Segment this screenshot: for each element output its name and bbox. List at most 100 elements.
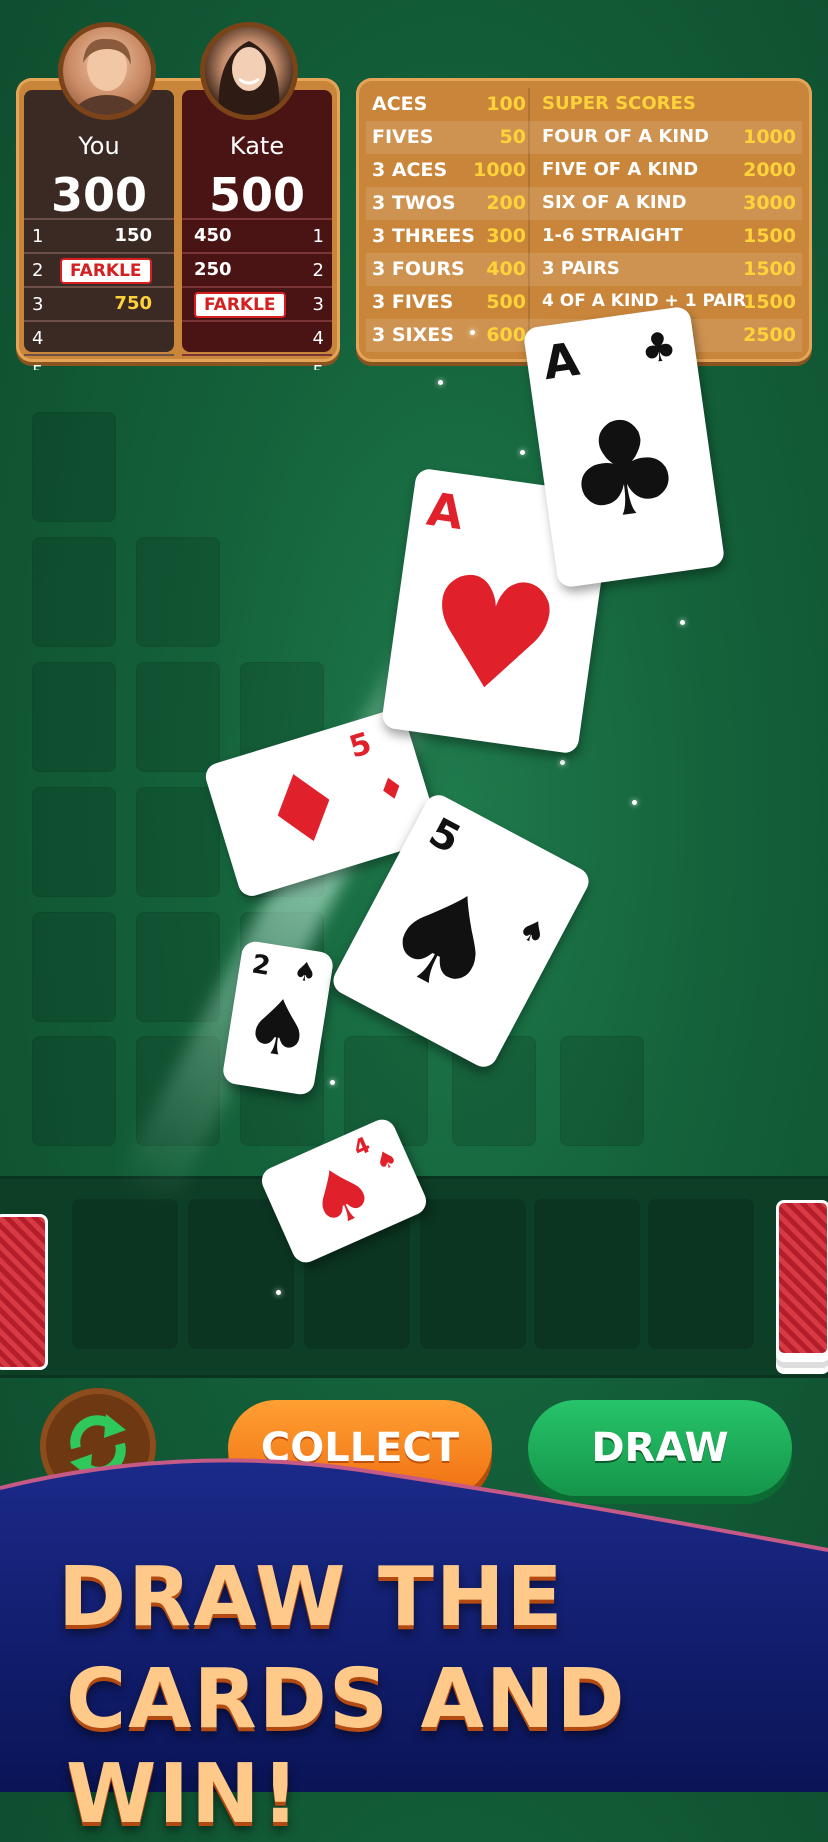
player-name: You xyxy=(78,132,120,160)
round-number: 5 xyxy=(313,362,324,370)
combo-points: 500 xyxy=(486,291,526,313)
round-score: 250 xyxy=(194,259,232,280)
board-slot[interactable] xyxy=(32,1036,116,1146)
round-row: 1 150 xyxy=(24,218,174,252)
round-list: 450 1 250 2 FARKLE 3 4 5 xyxy=(182,218,332,370)
scoring-row: 3 FIVES 500 4 OF A KIND + 1 PAIR 1500 xyxy=(366,286,802,319)
super-combo-points: 1500 xyxy=(743,225,796,247)
sparkle xyxy=(680,620,685,625)
draw-button[interactable]: DRAW xyxy=(528,1400,792,1496)
hand-slot[interactable] xyxy=(420,1199,526,1349)
board-slot[interactable] xyxy=(136,662,220,772)
scoring-row: ACES 100 SUPER SCORES xyxy=(366,88,802,121)
combo-name: 3 ACES xyxy=(372,159,448,181)
sparkle xyxy=(520,450,525,455)
sparkle xyxy=(438,380,443,385)
round-number: 3 xyxy=(32,294,44,315)
draw-deck[interactable] xyxy=(776,1200,828,1356)
round-row: 5 xyxy=(24,354,174,370)
round-row: FARKLE 3 xyxy=(182,286,332,320)
board-slot[interactable] xyxy=(32,412,116,522)
player-column-kate: Kate 500 450 1 250 2 FARKLE 3 4 5 xyxy=(182,90,332,370)
sparkle xyxy=(330,1080,335,1085)
combo-points: 100 xyxy=(486,93,526,115)
board-slot[interactable] xyxy=(560,1036,644,1146)
super-combo-name: SIX OF A KIND xyxy=(542,192,687,213)
board-slot[interactable] xyxy=(32,912,116,1022)
club-icon: ♣ xyxy=(555,385,692,553)
card-rank: A xyxy=(423,481,467,541)
super-combo-name: FOUR OF A KIND xyxy=(542,126,710,147)
card-rank: 2 xyxy=(249,949,273,982)
discard-pile[interactable] xyxy=(0,1214,48,1370)
round-score: 450 xyxy=(194,225,232,246)
player-score-panel: You 300 1 150 2 FARKLE 3 750 4 5 Kate xyxy=(16,78,340,370)
combo-name: 3 THREES xyxy=(372,225,475,247)
board-slot[interactable] xyxy=(32,662,116,772)
card-ace-clubs[interactable]: A ♣ ♣ xyxy=(522,305,726,589)
player-score: 500 xyxy=(208,168,306,222)
round-list: 1 150 2 FARKLE 3 750 4 5 xyxy=(24,218,174,370)
super-combo-points: 3000 xyxy=(743,192,796,214)
board-slot[interactable] xyxy=(32,537,116,647)
farkle-badge: FARKLE xyxy=(194,292,286,318)
board-slot[interactable] xyxy=(136,537,220,647)
combo-name: ACES xyxy=(372,93,428,115)
round-number: 5 xyxy=(32,362,43,370)
club-icon: ♣ xyxy=(637,322,680,374)
round-score: 150 xyxy=(114,225,152,246)
combo-name: 3 FOURS xyxy=(372,258,465,280)
super-combo-name: FIVE OF A KIND xyxy=(542,159,699,180)
round-number: 2 xyxy=(32,260,44,281)
collect-button[interactable]: COLLECT xyxy=(228,1400,492,1496)
player-name: Kate xyxy=(229,132,285,160)
super-combo-name: 4 OF A KIND + 1 PAIR xyxy=(542,291,746,311)
super-combo-points: 1500 xyxy=(743,258,796,280)
super-combo-name: 1-6 STRAIGHT xyxy=(542,225,683,246)
board-slot[interactable] xyxy=(32,787,116,897)
recycle-arrows-icon xyxy=(70,1414,126,1478)
scoring-row: 3 TWOS 200 SIX OF A KIND 3000 xyxy=(366,187,802,220)
sparkle xyxy=(560,760,565,765)
round-row: 4 xyxy=(24,320,174,354)
hand-slot[interactable] xyxy=(648,1199,754,1349)
combo-points: 400 xyxy=(486,258,526,280)
combo-points: 200 xyxy=(486,192,526,214)
combo-points: 1000 xyxy=(473,159,526,181)
scoring-row: 3 ACES 1000 FIVE OF A KIND 2000 xyxy=(366,154,802,187)
diamond-icon: ♦ xyxy=(246,743,362,876)
combo-name: 3 TWOS xyxy=(372,192,456,214)
sparkle xyxy=(470,330,475,335)
super-combo-points: 2000 xyxy=(743,159,796,181)
scoring-row: 3 THREES 300 1-6 STRAIGHT 1500 xyxy=(366,220,802,253)
round-number: 4 xyxy=(32,328,44,349)
diamond-icon: ♦ xyxy=(373,768,410,811)
hand-slot[interactable] xyxy=(534,1199,640,1349)
recycle-button[interactable] xyxy=(40,1388,156,1504)
combo-points: 50 xyxy=(499,126,526,148)
super-combo-points: 2500 xyxy=(743,324,796,346)
spade-icon: ♠ xyxy=(370,1142,402,1178)
combo-name: 3 SIXES xyxy=(372,324,454,346)
combo-points: 600 xyxy=(486,324,526,346)
card-rank: A xyxy=(539,331,583,391)
combo-points: 300 xyxy=(486,225,526,247)
round-number: 1 xyxy=(312,226,324,247)
hand-slot[interactable] xyxy=(72,1199,178,1349)
super-combo-name: 3 PAIRS xyxy=(542,258,620,279)
spade-icon: ♠ xyxy=(293,1143,390,1250)
board-slot[interactable] xyxy=(136,912,220,1022)
card-rank: 5 xyxy=(345,725,376,766)
farkle-badge: FARKLE xyxy=(60,258,152,284)
super-combo-points: 1500 xyxy=(743,291,796,313)
super-scores-header: SUPER SCORES xyxy=(542,93,696,114)
round-number: 4 xyxy=(312,328,324,349)
round-number: 3 xyxy=(312,294,324,315)
round-number: 2 xyxy=(312,260,324,281)
board-slot[interactable] xyxy=(136,787,220,897)
scoring-row: FIVES 50 FOUR OF A KIND 1000 xyxy=(366,121,802,154)
round-row: 5 xyxy=(182,354,332,370)
sparkle xyxy=(276,1290,281,1295)
heart-icon: ♥ xyxy=(412,540,571,733)
spade-icon: ♠ xyxy=(356,845,532,1035)
